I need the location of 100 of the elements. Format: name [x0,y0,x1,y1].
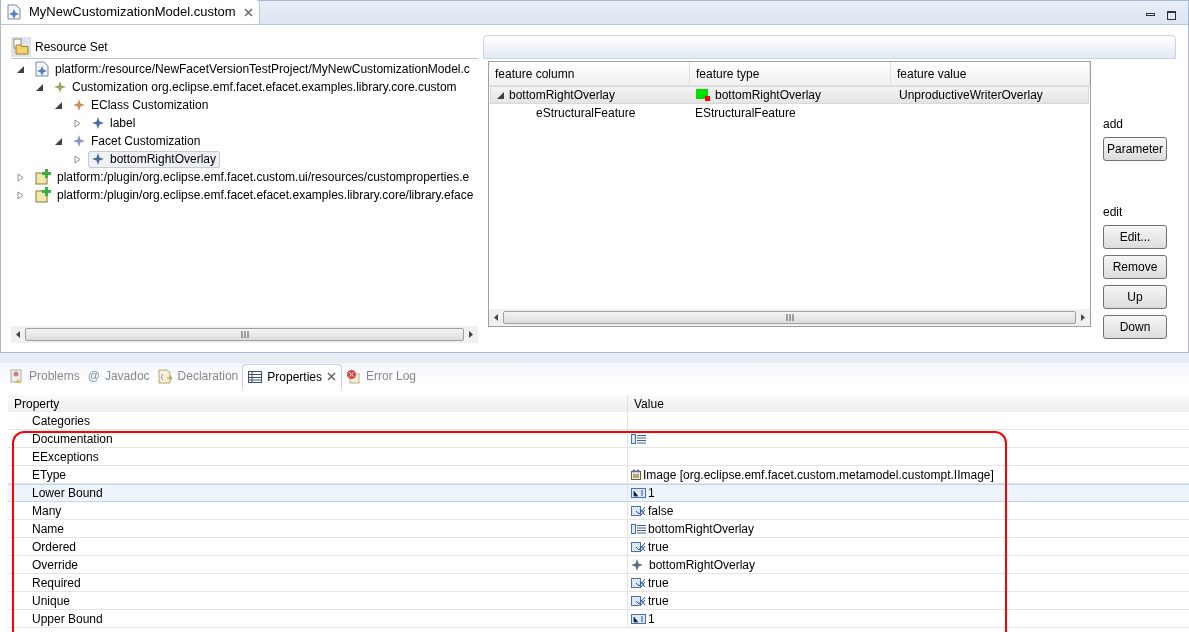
property-name: Lower Bound [32,485,103,502]
property-row[interactable]: Ordered true [8,538,1189,556]
expanded-arrow-icon[interactable] [55,101,65,109]
property-row[interactable]: Override bottomRightOverlay [8,556,1189,574]
class-type-icon [631,469,641,480]
property-value: 1 [648,610,655,628]
table-row[interactable]: bottomRightOverlay bottomRightOverlay UnproductiveWriterOverlay [490,86,1089,104]
property-row[interactable]: EExceptions [8,448,1189,466]
declaration-icon [157,368,173,384]
tree-item[interactable]: label [88,114,140,132]
property-row[interactable]: Many false [8,502,1189,520]
minimize-icon[interactable] [1146,13,1155,16]
property-name: Name [32,520,64,538]
number-field-icon [631,613,646,624]
parameter-button[interactable]: Parameter [1103,137,1167,161]
table-cell-text: bottomRightOverlay [715,87,822,104]
tree-item[interactable]: Customization org.eclipse.emf.facet.efacet.examples.library.core.custom [50,78,461,96]
expanded-arrow-icon[interactable] [55,137,65,145]
property-name: Required [32,574,81,592]
column-header[interactable]: feature value [891,62,1090,85]
property-name: Categories [32,412,91,430]
property-name: Upper Bound [32,610,103,628]
scroll-right-icon[interactable] [1081,314,1085,321]
property-value: true [648,538,669,556]
scrollbar-thumb[interactable] [25,328,464,341]
tree-item[interactable]: Facet Customization [69,132,205,150]
maximize-icon[interactable] [1167,11,1176,20]
close-icon[interactable] [327,372,336,381]
text-lines-icon [631,433,646,444]
expanded-arrow-icon[interactable] [17,65,27,73]
edit-action-button[interactable]: Edit... [1103,225,1167,249]
problems-icon [10,368,24,384]
column-header[interactable]: feature column [489,62,690,85]
error-log-icon [346,368,361,384]
diamond-icon [54,81,66,93]
close-icon[interactable] [243,7,253,17]
panel-title: Resource Set [35,38,108,56]
view-tab[interactable]: @ Javadoc [83,363,154,389]
property-name: EType [32,466,67,484]
tree-item[interactable]: platform:/resource/NewFacetVersionTestProject/MyNewCustomizationModel.c [31,60,474,78]
tree-item[interactable]: platform:/plugin/org.eclipse.emf.facet.efacet.examples.library.core/library.eface [31,186,478,204]
grip-icon [240,331,249,338]
section-label: add [1103,116,1125,133]
property-row[interactable]: Categories [8,412,1189,430]
edit-action-button[interactable]: Up [1103,285,1167,309]
edit-action-button[interactable]: Remove [1103,255,1167,279]
plus-package-icon [35,187,51,203]
property-row[interactable]: Documentation [8,430,1189,448]
property-name: Documentation [32,430,113,448]
diamond-icon [73,99,85,111]
table-cell: UnproductiveWriterOverlay [899,88,1043,102]
checkmark-field-icon [631,541,646,552]
property-name: EExceptions [32,448,99,466]
column-header[interactable]: Property [8,395,628,412]
property-name: Override [32,556,78,574]
property-row[interactable]: Upper Bound 1 [8,610,1189,628]
column-header[interactable]: feature type [690,62,891,85]
scrollbar-thumb[interactable] [503,311,1076,324]
checkmark-field-icon [631,577,646,588]
model-file-icon [7,4,21,20]
table-cell-text: bottomRightOverlay [509,87,616,104]
property-name: Unique [32,592,71,610]
property-row[interactable]: Lower Bound 1 [8,484,1189,502]
property-name: Many [32,502,62,520]
view-tab[interactable]: Declaration [153,363,243,389]
property-row[interactable]: Name bottomRightOverlay [8,520,1189,538]
edit-action-button[interactable]: Down [1103,315,1167,339]
expanded-arrow-icon[interactable] [36,83,46,91]
diamond-icon [92,117,104,129]
property-value: bottomRightOverlay [648,556,756,574]
view-tab[interactable]: Properties [242,363,342,389]
property-value: Image [org.eclipse.emf.facet.custom.metamodel.custompt.IImage] [643,466,994,484]
diamond-icon [631,558,643,571]
column-header[interactable]: Value [628,395,1189,412]
editor-tab[interactable]: MyNewCustomizationModel.custom [1,0,260,24]
property-value: bottomRightOverlay [648,520,755,538]
scroll-right-icon[interactable] [469,331,473,338]
tree-item[interactable]: EClass Customization [69,96,213,114]
properties-table-icon [248,370,263,383]
property-row[interactable]: Unique true [8,592,1189,610]
scroll-left-icon[interactable] [16,331,20,338]
number-field-icon [631,488,646,498]
table-cell-text: eStructuralFeature [536,105,636,122]
grip-icon [785,314,794,321]
tree-item[interactable]: platform:/plugin/org.eclipse.emf.facet.custom.ui/resources/customproperties.e [31,168,474,186]
scroll-left-icon[interactable] [494,314,498,321]
section-label: edit [1103,204,1124,221]
model-file-icon [35,61,49,77]
text-lines-icon [631,523,646,534]
property-row[interactable]: Required true [8,574,1189,592]
plus-package-icon [35,169,51,185]
property-value: true [648,574,669,592]
property-value: false [648,502,674,520]
tree-item[interactable]: bottomRightOverlay [88,150,221,168]
table-row[interactable]: eStructuralFeature EStructuralFeature [490,104,1089,122]
property-value: true [648,592,669,610]
expanded-arrow-icon[interactable] [497,91,504,99]
property-value: 1 [648,485,655,502]
checkmark-field-icon [631,595,646,606]
view-tab[interactable]: Problems [6,363,84,389]
